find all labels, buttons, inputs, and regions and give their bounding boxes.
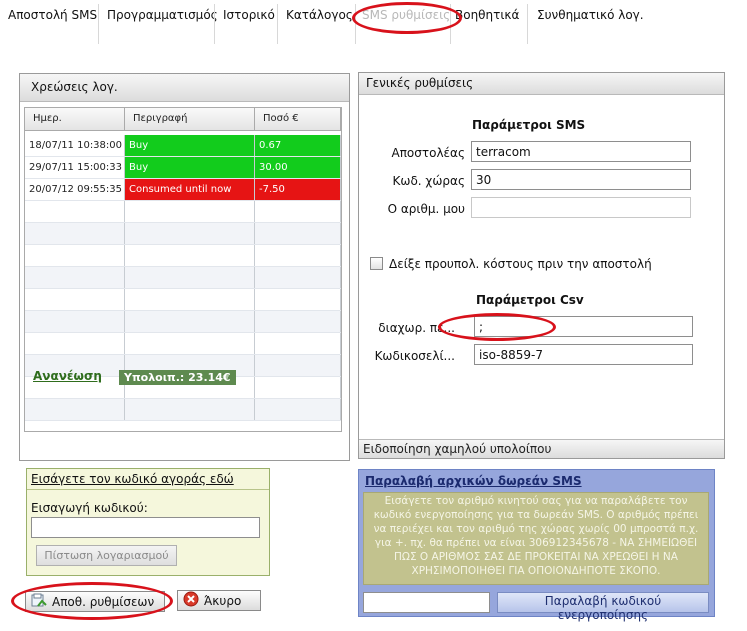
cell-description: Buy — [125, 157, 255, 178]
tab-history[interactable]: Ιστορικό — [223, 8, 275, 44]
separator-input[interactable] — [474, 316, 693, 337]
cell-amount: 0.67 — [255, 135, 341, 156]
encoding-label: Κωδικοσελί... — [374, 349, 455, 363]
cancel-button[interactable]: Άκυρο — [177, 590, 261, 611]
nav-divider — [214, 4, 215, 44]
nav-divider — [98, 4, 99, 44]
coupon-code-link[interactable]: Εισάγετε τον κωδικό αγοράς εδώ — [31, 472, 234, 486]
coupon-box: Εισάγετε τον κωδικό αγοράς εδώ Εισαγωγή … — [26, 468, 270, 576]
show-cost-checkbox[interactable] — [370, 257, 383, 270]
save-settings-icon — [31, 593, 47, 611]
sender-label: Αποστολέας — [391, 146, 466, 160]
free-sms-box: Παραλαβή αρχικών δωρεάν SMS Εισάγετε τον… — [358, 469, 715, 622]
free-sms-phone-input[interactable] — [363, 592, 490, 613]
csv-params-title: Παράμετροι Csv — [476, 293, 584, 307]
table-row[interactable]: 20/07/12 09:55:35 Consumed until now -7.… — [25, 179, 341, 201]
nav-divider — [527, 4, 528, 44]
tab-scheduling[interactable]: Προγραμματισμός — [107, 8, 218, 44]
charges-panel-title: Χρεώσεις λογ. — [20, 74, 349, 102]
nav-divider — [355, 4, 356, 44]
save-settings-button[interactable]: Αποθ. ρυθμίσεων — [25, 591, 165, 612]
empty-row — [25, 201, 341, 223]
my-number-label: Ο αριθμ. μου — [387, 202, 465, 216]
empty-row — [25, 311, 341, 333]
coupon-divider — [27, 489, 269, 490]
empty-row — [25, 267, 341, 289]
tab-password[interactable]: Συνθηματικό λογ. — [537, 8, 644, 44]
coupon-code-input[interactable] — [31, 517, 260, 538]
show-cost-label: Δείξε προυπολ. κόστους πριν την αποστολή — [389, 257, 652, 271]
cancel-label: Άκυρο — [204, 593, 242, 608]
encoding-input[interactable] — [474, 344, 693, 365]
nav-divider — [450, 4, 451, 44]
separator-label: διαχωρ. πε... — [378, 321, 455, 335]
tab-sms-settings[interactable]: SMS ρυθμίσεις — [362, 8, 450, 44]
column-header-date[interactable]: Ημερ. — [25, 108, 125, 130]
tab-send-sms[interactable]: Αποστολή SMS — [8, 8, 97, 44]
cell-date: 18/07/11 10:38:00 — [25, 135, 125, 156]
cell-amount: 30.00 — [255, 157, 341, 178]
column-header-amount[interactable]: Ποσό € — [255, 108, 341, 130]
coupon-input-label: Εισαγωγή κωδικού: — [31, 501, 148, 515]
credit-account-button[interactable]: Πίστωση λογαριασμού — [36, 545, 177, 566]
get-activation-code-button[interactable]: Παραλαβή κωδικού ενεργοποίησης — [497, 592, 709, 622]
empty-row — [25, 223, 341, 245]
empty-row — [25, 333, 341, 355]
cell-description: Buy — [125, 135, 255, 156]
sender-input[interactable] — [471, 141, 691, 162]
table-row[interactable]: 29/07/11 15:00:33 Buy 30.00 — [25, 157, 341, 179]
charges-grid-header: Ημερ. Περιγραφή Ποσό € — [25, 108, 341, 131]
tab-catalog[interactable]: Κατάλογος — [286, 8, 353, 44]
sms-params-title: Παράμετροι SMS — [472, 118, 586, 132]
cell-description: Consumed until now — [125, 179, 255, 200]
empty-row — [25, 399, 341, 421]
country-code-input[interactable] — [471, 169, 691, 190]
cell-date: 29/07/11 15:00:33 — [25, 157, 125, 178]
charges-panel: Χρεώσεις λογ. Ημερ. Περιγραφή Ποσό € 18/… — [19, 73, 350, 461]
country-code-label: Κωδ. χώρας — [392, 174, 465, 188]
free-sms-title-link[interactable]: Παραλαβή αρχικών δωρεάν SMS — [365, 474, 582, 488]
free-sms-instructions: Εισάγετε τον αριθμό κινητού σας για να π… — [363, 492, 709, 585]
settings-panel-title: Γενικές ρυθμίσεις — [359, 73, 724, 95]
tab-tools[interactable]: Βοηθητικά — [455, 8, 519, 44]
cell-date: 20/07/12 09:55:35 — [25, 179, 125, 200]
cell-amount: -7.50 — [255, 179, 341, 200]
save-settings-label: Αποθ. ρυθμίσεων — [52, 594, 155, 609]
table-row[interactable]: 18/07/11 10:38:00 Buy 0.67 — [25, 135, 341, 157]
cancel-icon — [183, 591, 199, 610]
column-header-description[interactable]: Περιγραφή — [125, 108, 255, 130]
general-settings-panel: Γενικές ρυθμίσεις Παράμετροι SMS Αποστολ… — [358, 72, 725, 459]
low-balance-notice-bar[interactable]: Ειδοποίηση χαμηλού υπολοίπου — [359, 439, 724, 458]
empty-row — [25, 245, 341, 267]
nav-divider — [277, 4, 278, 44]
top-nav: Αποστολή SMS Προγραμματισμός Ιστορικό Κα… — [0, 0, 747, 44]
balance-badge: Υπολοιπ.: 23.14€ — [119, 370, 236, 385]
empty-row — [25, 289, 341, 311]
my-number-input[interactable] — [471, 197, 691, 218]
refresh-link[interactable]: Ανανέωση — [33, 369, 102, 383]
